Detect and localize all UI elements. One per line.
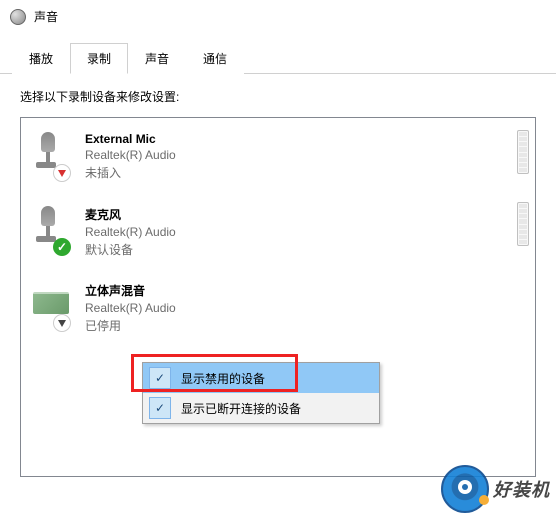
- device-row[interactable]: ✓ 麦克风 Realtek(R) Audio 默认设备: [23, 194, 533, 270]
- device-name: 麦克风: [85, 206, 176, 223]
- level-meter: [517, 202, 529, 246]
- device-vendor: Realtek(R) Audio: [85, 301, 176, 315]
- device-icon: [31, 132, 71, 182]
- device-info: External Mic Realtek(R) Audio 未插入: [85, 132, 176, 181]
- device-status: 默认设备: [85, 241, 176, 258]
- tab-communications[interactable]: 通信: [186, 43, 244, 74]
- level-meter: [517, 130, 529, 174]
- menu-item-show-disconnected[interactable]: ✓ 显示已断开连接的设备: [143, 393, 379, 423]
- disabled-overlay-icon: [53, 314, 71, 332]
- tab-bar: 播放 录制 声音 通信: [0, 43, 556, 74]
- device-icon: [31, 282, 71, 332]
- checkmark-icon: ✓: [149, 397, 171, 419]
- instruction-text: 选择以下录制设备来修改设置:: [20, 88, 536, 105]
- device-status: 已停用: [85, 317, 176, 334]
- watermark-text: 好装机: [493, 476, 550, 502]
- device-vendor: Realtek(R) Audio: [85, 225, 176, 239]
- device-row[interactable]: External Mic Realtek(R) Audio 未插入: [23, 120, 533, 194]
- checkmark-icon: ✓: [149, 367, 171, 389]
- context-menu: ✓ 显示禁用的设备 ✓ 显示已断开连接的设备: [142, 362, 380, 424]
- watermark: 好装机: [441, 465, 550, 513]
- device-row[interactable]: 立体声混音 Realtek(R) Audio 已停用: [23, 270, 533, 346]
- menu-item-show-disabled[interactable]: ✓ 显示禁用的设备: [143, 363, 379, 393]
- tab-recording[interactable]: 录制: [70, 43, 128, 74]
- titlebar: 声音: [0, 0, 556, 29]
- microphone-icon: [39, 206, 56, 242]
- default-overlay-icon: ✓: [53, 238, 71, 256]
- device-name: External Mic: [85, 132, 176, 146]
- tab-content: 选择以下录制设备来修改设置: External Mic Realtek(R) A…: [0, 74, 556, 491]
- microphone-icon: [39, 132, 56, 168]
- tab-playback[interactable]: 播放: [12, 43, 70, 74]
- menu-item-label: 显示已断开连接的设备: [181, 400, 301, 417]
- window-title: 声音: [34, 8, 58, 25]
- device-icon: ✓: [31, 206, 71, 256]
- device-vendor: Realtek(R) Audio: [85, 148, 176, 162]
- unplugged-overlay-icon: [53, 164, 71, 182]
- sound-icon: [10, 9, 26, 25]
- soundcard-icon: [33, 292, 69, 314]
- menu-item-label: 显示禁用的设备: [181, 370, 265, 387]
- device-name: 立体声混音: [85, 282, 176, 299]
- device-status: 未插入: [85, 164, 176, 181]
- device-info: 立体声混音 Realtek(R) Audio 已停用: [85, 282, 176, 334]
- watermark-logo-icon: [441, 465, 489, 513]
- device-info: 麦克风 Realtek(R) Audio 默认设备: [85, 206, 176, 258]
- tab-sounds[interactable]: 声音: [128, 43, 186, 74]
